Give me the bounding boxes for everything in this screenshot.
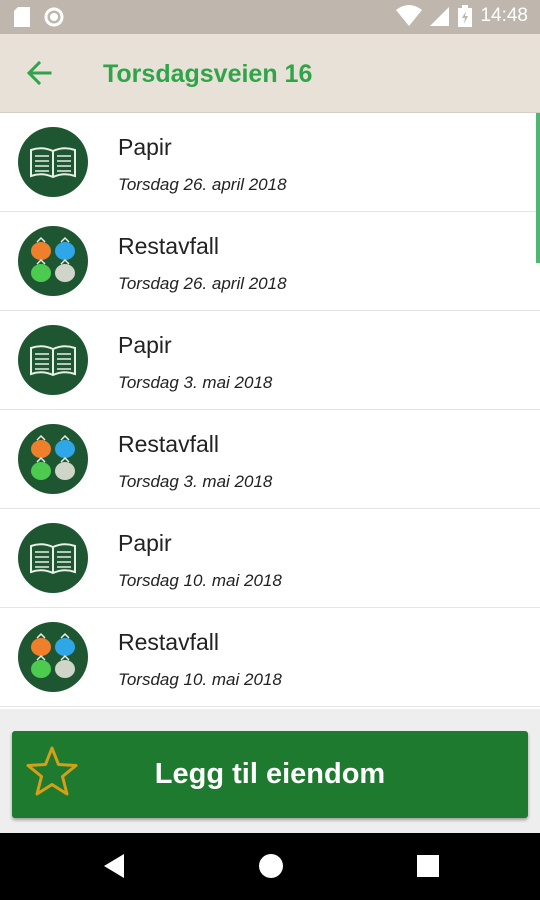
waste-type: Papir	[118, 134, 172, 160]
add-property-button[interactable]: Legg til eiendom	[12, 731, 528, 818]
waste-bags-icon	[31, 632, 75, 678]
recents-square-icon[interactable]	[417, 855, 439, 877]
home-circle-icon[interactable]	[258, 853, 284, 879]
scrollbar[interactable]	[536, 113, 540, 263]
list-item[interactable]: Restavfall Torsdag 10. mai 2018	[0, 608, 540, 707]
list-item[interactable]: Papir Torsdag 3. mai 2018	[0, 311, 540, 410]
pickup-date: Torsdag 26. april 2018	[118, 175, 287, 194]
waste-bags-icon	[31, 236, 75, 282]
waste-type: Restavfall	[118, 431, 219, 457]
app-bar: Torsdagsveien 16	[0, 34, 540, 113]
signal-icon	[430, 7, 450, 26]
list-item[interactable]: Papir Torsdag 26. april 2018	[0, 113, 540, 212]
sd-card-icon	[14, 7, 30, 27]
pickup-schedule-list: Papir Torsdag 26. april 2018 Restavfall …	[0, 113, 540, 709]
pickup-date: Torsdag 3. mai 2018	[118, 373, 273, 392]
list-item[interactable]: Restavfall Torsdag 3. mai 2018	[0, 410, 540, 509]
paper-avatar	[18, 127, 88, 197]
back-button[interactable]	[22, 56, 56, 90]
pickup-date: Torsdag 10. mai 2018	[118, 571, 282, 590]
battery-charging-icon	[458, 5, 473, 27]
circle-notification-icon	[44, 7, 64, 27]
pickup-date: Torsdag 26. april 2018	[118, 274, 287, 293]
waste-type: Papir	[118, 530, 172, 556]
waste-bags-icon	[31, 434, 75, 480]
pickup-date: Torsdag 10. mai 2018	[118, 670, 282, 689]
waste-type: Restavfall	[118, 233, 219, 259]
back-arrow-icon	[26, 60, 52, 86]
back-triangle-icon[interactable]	[102, 853, 126, 879]
page-title: Torsdagsveien 16	[103, 60, 313, 88]
status-bar: 14:48	[0, 0, 540, 34]
waste-type: Restavfall	[118, 629, 219, 655]
list-item[interactable]: Restavfall Torsdag 26. april 2018	[0, 212, 540, 311]
list-item[interactable]: Papir Torsdag 10. mai 2018	[0, 509, 540, 608]
paper-book-icon	[30, 543, 76, 575]
status-time: 14:48	[480, 5, 528, 26]
waste-avatar	[18, 622, 88, 692]
paper-book-icon	[30, 147, 76, 179]
footer: Legg til eiendom	[0, 709, 540, 833]
system-nav-bar	[0, 833, 540, 900]
pickup-date: Torsdag 3. mai 2018	[118, 472, 273, 491]
waste-avatar	[18, 424, 88, 494]
paper-avatar	[18, 325, 88, 395]
wifi-icon	[396, 5, 423, 26]
paper-book-icon	[30, 345, 76, 377]
add-property-label: Legg til eiendom	[154, 758, 386, 790]
waste-type: Papir	[118, 332, 172, 358]
waste-avatar	[18, 226, 88, 296]
paper-avatar	[18, 523, 88, 593]
